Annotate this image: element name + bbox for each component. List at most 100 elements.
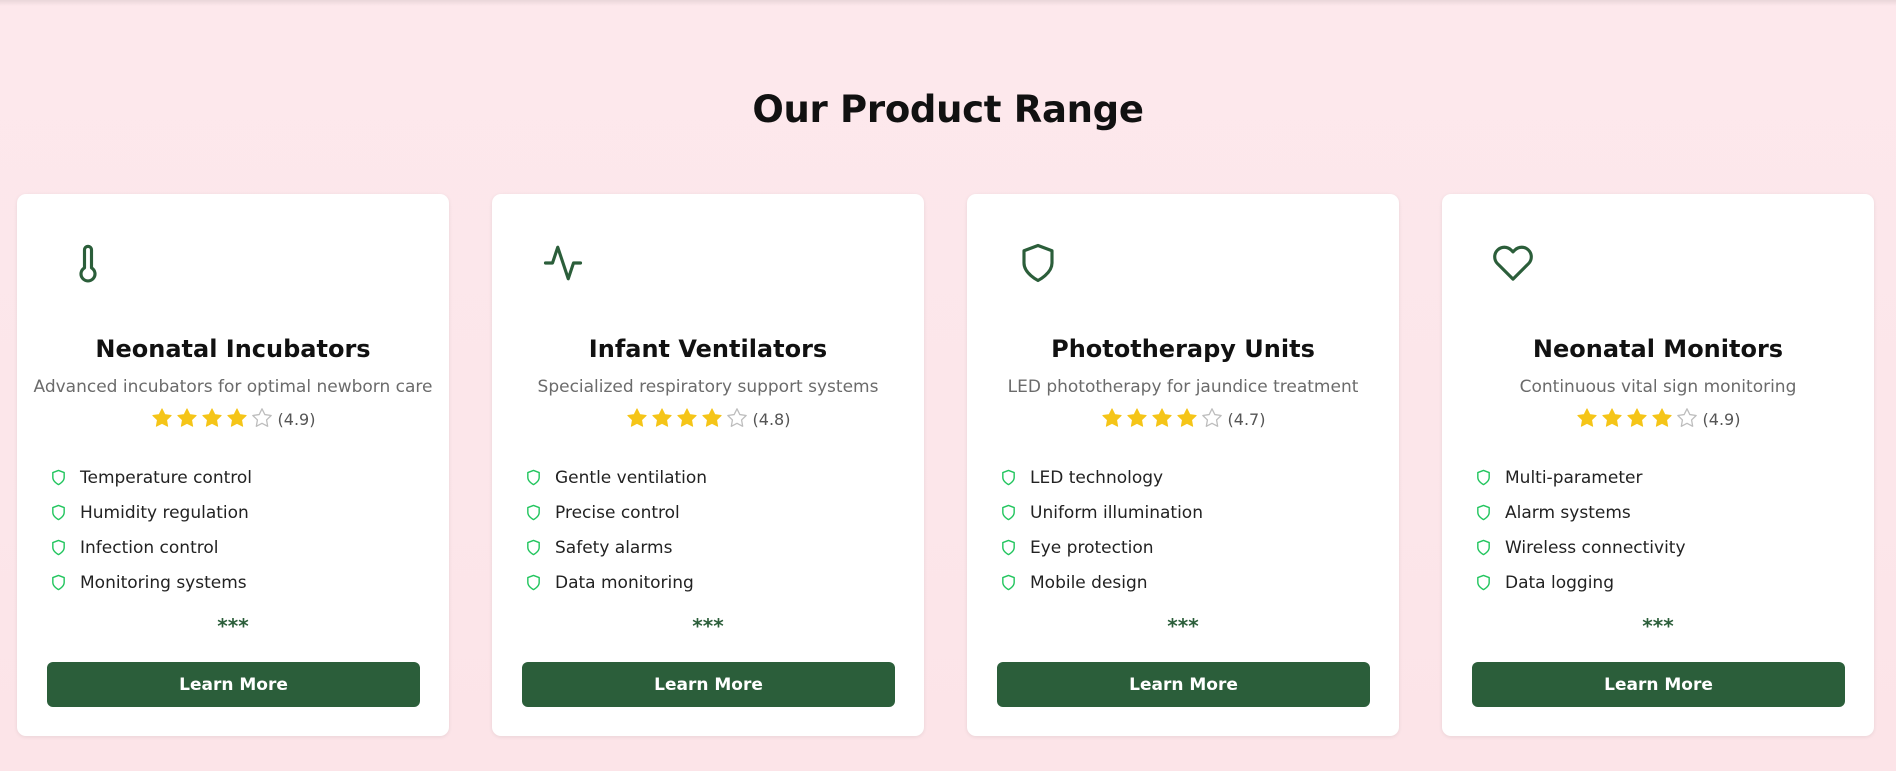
feature-item: Alarm systems [1473,495,1853,530]
star-filled-icon [226,407,248,429]
shield-check-icon [525,573,542,592]
feature-item: Data monitoring [523,565,903,600]
more-indicator: *** [692,614,724,638]
shield-check-icon [525,538,542,557]
learn-more-button[interactable]: Learn More [47,662,420,707]
star-filled-icon [626,407,648,429]
feature-item: Monitoring systems [48,565,428,600]
feature-label: Monitoring systems [80,572,247,593]
rating-value: (4.9) [277,410,316,429]
heart-icon [1492,242,1534,284]
feature-label: Alarm systems [1505,502,1631,523]
feature-label: Precise control [555,502,680,523]
star-filled-icon [701,407,723,429]
product-card: Infant Ventilators Specialized respirato… [492,194,924,736]
feature-label: Uniform illumination [1030,502,1203,523]
shield-icon [1017,242,1059,284]
shield-check-icon [50,538,67,557]
rating-value: (4.8) [752,410,791,429]
activity-pulse-icon [542,242,584,284]
shield-check-icon [1475,538,1492,557]
shield-check-icon [1475,468,1492,487]
feature-item: Humidity regulation [48,495,428,530]
shield-check-icon [1000,573,1017,592]
feature-label: Infection control [80,537,219,558]
feature-label: Multi-parameter [1505,467,1643,488]
feature-item: Multi-parameter [1473,460,1853,495]
product-title: Phototherapy Units [1051,335,1315,363]
product-card: Neonatal Incubators Advanced incubators … [17,194,449,736]
rating-value: (4.7) [1227,410,1266,429]
feature-list: LED technology Uniform illumination Eye … [998,460,1378,600]
star-filled-icon [1101,407,1123,429]
feature-label: Wireless connectivity [1505,537,1686,558]
feature-list: Temperature control Humidity regulation … [48,460,428,600]
shield-check-icon [1000,538,1017,557]
star-filled-icon [1651,407,1673,429]
star-filled-icon [1626,407,1648,429]
learn-more-button[interactable]: Learn More [522,662,895,707]
section-title: Our Product Range [752,88,1144,131]
learn-more-button[interactable]: Learn More [997,662,1370,707]
thermometer-icon [67,242,109,284]
star-rating [626,407,751,429]
product-title: Neonatal Monitors [1532,335,1784,363]
shield-check-icon [50,573,67,592]
product-cards: Neonatal Incubators Advanced incubators … [17,194,1877,736]
feature-item: Eye protection [998,530,1378,565]
product-description: LED phototherapy for jaundice treatment [1007,377,1359,397]
feature-label: Data monitoring [555,572,694,593]
product-title: Neonatal Incubators [95,335,371,363]
feature-label: Humidity regulation [80,502,249,523]
product-description: Continuous vital sign monitoring [1519,377,1797,397]
shield-check-icon [1475,503,1492,522]
feature-item: Gentle ventilation [523,460,903,495]
product-rating: (4.9) [17,407,449,429]
feature-item: LED technology [998,460,1378,495]
header-shadow [0,0,1896,6]
star-empty-icon [726,407,748,429]
product-description: Advanced incubators for optimal newborn … [33,377,433,397]
feature-item: Infection control [48,530,428,565]
feature-label: Temperature control [80,467,253,488]
feature-label: Eye protection [1030,537,1154,558]
star-filled-icon [1576,407,1598,429]
learn-more-button[interactable]: Learn More [1472,662,1845,707]
shield-check-icon [50,503,67,522]
product-card: Neonatal Monitors Continuous vital sign … [1442,194,1874,736]
star-filled-icon [201,407,223,429]
feature-label: LED technology [1030,467,1164,488]
star-filled-icon [1126,407,1148,429]
star-rating [1576,407,1701,429]
star-empty-icon [251,407,273,429]
shield-check-icon [525,503,542,522]
feature-item: Data logging [1473,565,1853,600]
star-filled-icon [176,407,198,429]
star-filled-icon [1601,407,1623,429]
feature-item: Precise control [523,495,903,530]
feature-list: Gentle ventilation Precise control Safet… [523,460,903,600]
feature-item: Mobile design [998,565,1378,600]
feature-label: Gentle ventilation [555,467,708,488]
shield-check-icon [50,468,67,487]
star-filled-icon [1176,407,1198,429]
star-empty-icon [1201,407,1223,429]
star-filled-icon [1151,407,1173,429]
more-indicator: *** [1642,614,1674,638]
feature-label: Data logging [1505,572,1614,593]
feature-list: Multi-parameter Alarm systems Wireless c… [1473,460,1853,600]
feature-label: Mobile design [1030,572,1148,593]
rating-value: (4.9) [1702,410,1741,429]
product-rating: (4.9) [1442,407,1874,429]
star-filled-icon [676,407,698,429]
shield-check-icon [1000,503,1017,522]
shield-check-icon [1475,573,1492,592]
product-description: Specialized respiratory support systems [537,377,879,397]
product-rating: (4.8) [492,407,924,429]
more-indicator: *** [217,614,249,638]
product-title: Infant Ventilators [588,335,828,363]
feature-item: Uniform illumination [998,495,1378,530]
feature-item: Wireless connectivity [1473,530,1853,565]
star-filled-icon [651,407,673,429]
product-card: Phototherapy Units LED phototherapy for … [967,194,1399,736]
